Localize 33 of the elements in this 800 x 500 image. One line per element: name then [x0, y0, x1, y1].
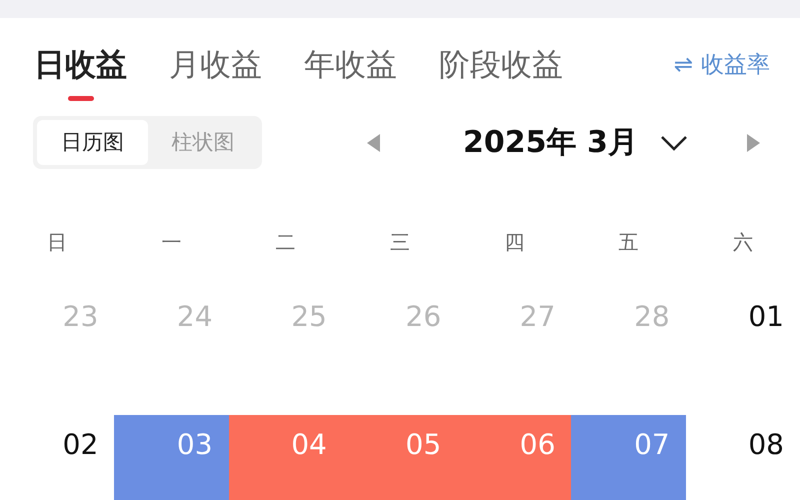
calendar-day[interactable]: 26 — [342, 287, 458, 415]
weekday-label: 四 — [503, 229, 526, 256]
calendar-day[interactable]: 05 — [342, 415, 458, 500]
weekday-label: 二 — [274, 229, 297, 256]
month-title: 2025年 3月 — [463, 124, 638, 162]
calendar-day[interactable]: 06 — [457, 415, 572, 500]
calendar-day[interactable]: 03 — [114, 415, 229, 500]
calendar-day[interactable]: 07 — [571, 415, 686, 500]
weekday-label: 三 — [388, 229, 411, 256]
swap-icon: ⇌ — [674, 40, 693, 90]
tab[interactable]: 日收益 — [34, 40, 127, 101]
weekday-label: 五 — [618, 229, 640, 256]
next-icon[interactable] — [746, 134, 760, 152]
calendar-day[interactable]: 04 — [228, 415, 343, 500]
calendar-day[interactable]: 27 — [457, 287, 572, 415]
calendar-day[interactable]: 28 — [571, 287, 686, 415]
toggle-option[interactable]: 柱状图 — [148, 120, 258, 165]
calendar-day[interactable]: 01 — [686, 287, 800, 415]
chevron-down-icon[interactable] — [660, 134, 688, 150]
tab[interactable]: 年收益 — [304, 40, 397, 101]
calendar-day[interactable]: 23 — [0, 287, 114, 415]
weekday-label: 一 — [160, 229, 182, 256]
weekday-label: 日 — [46, 229, 68, 256]
calendar-day[interactable]: 25 — [228, 287, 343, 415]
calendar-day[interactable]: 24 — [114, 287, 229, 415]
toggle-option[interactable]: 日历图 — [37, 120, 148, 165]
weekday-label: 六 — [732, 229, 754, 256]
tab[interactable]: 月收益 — [169, 40, 262, 101]
tab[interactable]: 阶段收益 — [439, 40, 563, 101]
previous-icon[interactable] — [367, 134, 381, 152]
calendar-day[interactable]: 08 — [686, 415, 800, 500]
calendar-day[interactable]: 02 — [0, 415, 114, 500]
rate-link[interactable]: ⇌ 收益率 — [674, 40, 770, 90]
